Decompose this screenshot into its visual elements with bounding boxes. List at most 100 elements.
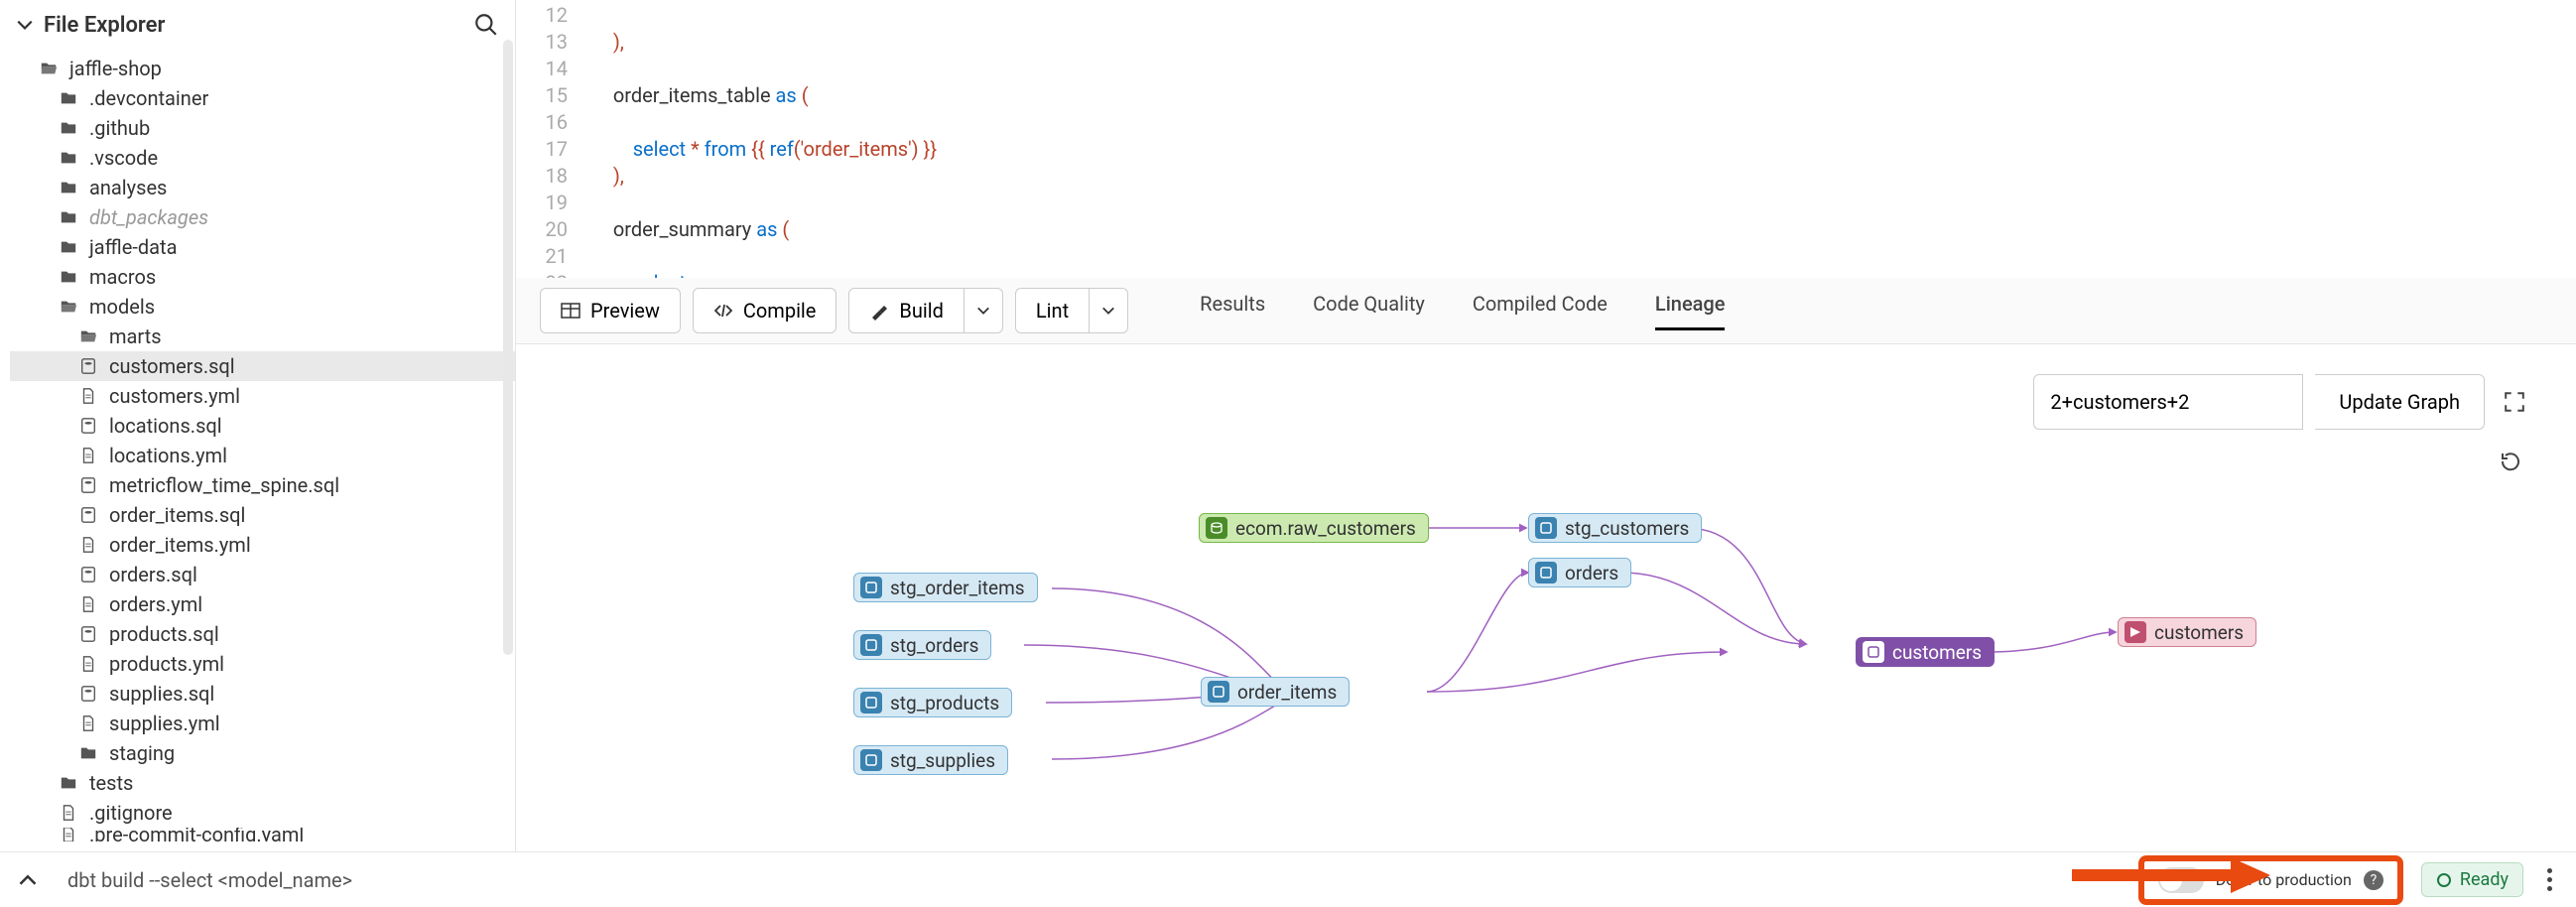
- footer: dbt build --select <model_name> Defer to…: [0, 851, 2576, 907]
- tree-item[interactable]: .vscode: [10, 143, 515, 173]
- lint-caret[interactable]: [1090, 288, 1128, 333]
- tree-item[interactable]: marts: [10, 322, 515, 351]
- preview-button[interactable]: Preview: [540, 288, 681, 333]
- node-stg-order-items[interactable]: stg_order_items: [853, 573, 1038, 602]
- tree-item[interactable]: locations.sql: [10, 411, 515, 441]
- tree-item[interactable]: supplies.sql: [10, 679, 515, 709]
- update-graph-button[interactable]: Update Graph: [2315, 374, 2485, 430]
- tree-item[interactable]: order_items.yml: [10, 530, 515, 560]
- tree-item[interactable]: supplies.yml: [10, 709, 515, 738]
- folder-icon: [58, 87, 79, 109]
- file-tree[interactable]: jaffle-shop .devcontainer .github.vscode an…: [0, 50, 515, 907]
- tree-item-label: locations.yml: [109, 444, 227, 467]
- tree-item[interactable]: .devcontainer: [10, 83, 515, 113]
- fullscreen-icon[interactable]: [2497, 384, 2532, 420]
- lineage-panel[interactable]: Update Graph: [516, 344, 2576, 907]
- folder-open-icon: [58, 296, 79, 318]
- tab-lineage[interactable]: Lineage: [1655, 292, 1726, 330]
- reset-icon[interactable]: [2493, 444, 2528, 479]
- folder-icon: [58, 177, 79, 198]
- lint-button[interactable]: Lint: [1015, 288, 1090, 333]
- sql-icon: [77, 415, 99, 437]
- graph-selector-input[interactable]: [2033, 374, 2303, 430]
- tree-item[interactable]: order_items.sql: [10, 500, 515, 530]
- tree-item-label: analyses: [89, 176, 167, 199]
- node-order-items[interactable]: order_items: [1201, 677, 1350, 707]
- model-icon: [860, 577, 882, 598]
- chevron-up-icon[interactable]: [18, 870, 38, 890]
- tree-item[interactable]: dbt_packages: [10, 202, 515, 232]
- tree-item[interactable]: customers.yml: [10, 381, 515, 411]
- main-area: 1213141516171819202122 ), order_items_ta…: [516, 0, 2576, 907]
- source-icon: [1206, 517, 1227, 539]
- tree-item[interactable]: orders.sql: [10, 560, 515, 589]
- tree-item-label: products.yml: [109, 652, 224, 676]
- tree-item[interactable]: macros: [10, 262, 515, 292]
- tree-item[interactable]: jaffle-data: [10, 232, 515, 262]
- tree-item-label: staging: [109, 741, 175, 765]
- tree-item[interactable]: .github: [10, 113, 515, 143]
- result-tabs: Results Code Quality Compiled Code Lineage: [1200, 292, 1725, 330]
- model-icon: [1535, 517, 1557, 539]
- node-stg-customers[interactable]: stg_customers: [1528, 513, 1702, 543]
- tree-item[interactable]: products.sql: [10, 619, 515, 649]
- tree-item-label: orders.sql: [109, 563, 197, 586]
- build-button[interactable]: Build: [848, 288, 965, 333]
- sidebar-scrollbar[interactable]: [503, 40, 513, 655]
- chevron-down-icon[interactable]: [16, 16, 34, 34]
- code-content[interactable]: ), order_items_table as ( select * from …: [578, 2, 937, 278]
- tree-item-label: products.sql: [109, 622, 219, 646]
- status-circle-icon: [2436, 872, 2452, 888]
- node-raw-customers[interactable]: ecom.raw_customers: [1199, 513, 1429, 543]
- file-explorer-sidebar: File Explorer jaffle-shop.devcontainer.g…: [0, 0, 516, 907]
- tree-item-label: macros: [89, 265, 156, 289]
- tree-item[interactable]: tests: [10, 768, 515, 798]
- tree-item[interactable]: metricflow_time_spine.sql: [10, 470, 515, 500]
- help-icon[interactable]: ?: [2364, 870, 2383, 890]
- node-customers-end[interactable]: customers: [2118, 617, 2256, 647]
- tree-item[interactable]: staging: [10, 738, 515, 768]
- doc-icon: [77, 385, 99, 407]
- kebab-menu-icon[interactable]: [2541, 862, 2558, 897]
- node-stg-orders[interactable]: stg_orders: [853, 630, 991, 660]
- command-input[interactable]: dbt build --select <model_name>: [67, 868, 352, 892]
- node-stg-supplies[interactable]: stg_supplies: [853, 745, 1008, 775]
- build-split-button: Build: [848, 288, 1003, 333]
- sql-icon: [77, 504, 99, 526]
- tree-item-label: .devcontainer: [89, 86, 208, 110]
- tab-code-quality[interactable]: Code Quality: [1313, 292, 1425, 330]
- search-icon[interactable]: [473, 12, 499, 38]
- tree-item[interactable]: .pre-commit-config.yaml: [10, 828, 515, 842]
- folder-icon: [58, 206, 79, 228]
- tree-item-label: customers.sql: [109, 354, 235, 378]
- node-orders[interactable]: orders: [1528, 558, 1631, 587]
- node-stg-products[interactable]: stg_products: [853, 688, 1012, 717]
- tree-item-label: metricflow_time_spine.sql: [109, 473, 339, 497]
- model-icon: [1863, 641, 1884, 663]
- hammer-icon: [869, 301, 889, 321]
- model-icon: [1208, 681, 1229, 703]
- tree-item[interactable]: analyses: [10, 173, 515, 202]
- tree-item-label: tests: [89, 771, 133, 795]
- compile-button[interactable]: Compile: [693, 288, 837, 333]
- tree-item[interactable]: models: [10, 292, 515, 322]
- tree-item[interactable]: locations.yml: [10, 441, 515, 470]
- tab-compiled-code[interactable]: Compiled Code: [1473, 292, 1608, 330]
- tree-item[interactable]: products.yml: [10, 649, 515, 679]
- doc-icon: [77, 593, 99, 615]
- tab-results[interactable]: Results: [1200, 292, 1265, 330]
- code-editor[interactable]: 1213141516171819202122 ), order_items_ta…: [516, 0, 2576, 278]
- model-icon: [860, 634, 882, 656]
- node-customers-mid[interactable]: customers: [1856, 637, 1995, 667]
- ready-pill: Ready: [2421, 862, 2523, 897]
- folder-icon: [58, 772, 79, 794]
- tree-item[interactable]: customers.sql: [10, 351, 515, 381]
- sql-icon: [77, 355, 99, 377]
- tree-item-label: jaffle-shop: [69, 57, 162, 80]
- tree-item[interactable]: jaffle-shop: [10, 54, 515, 83]
- tree-item[interactable]: .gitignore: [10, 798, 515, 828]
- tree-item-label: jaffle-data: [89, 235, 177, 259]
- folder-icon: [58, 147, 79, 169]
- build-caret[interactable]: [965, 288, 1003, 333]
- tree-item[interactable]: orders.yml: [10, 589, 515, 619]
